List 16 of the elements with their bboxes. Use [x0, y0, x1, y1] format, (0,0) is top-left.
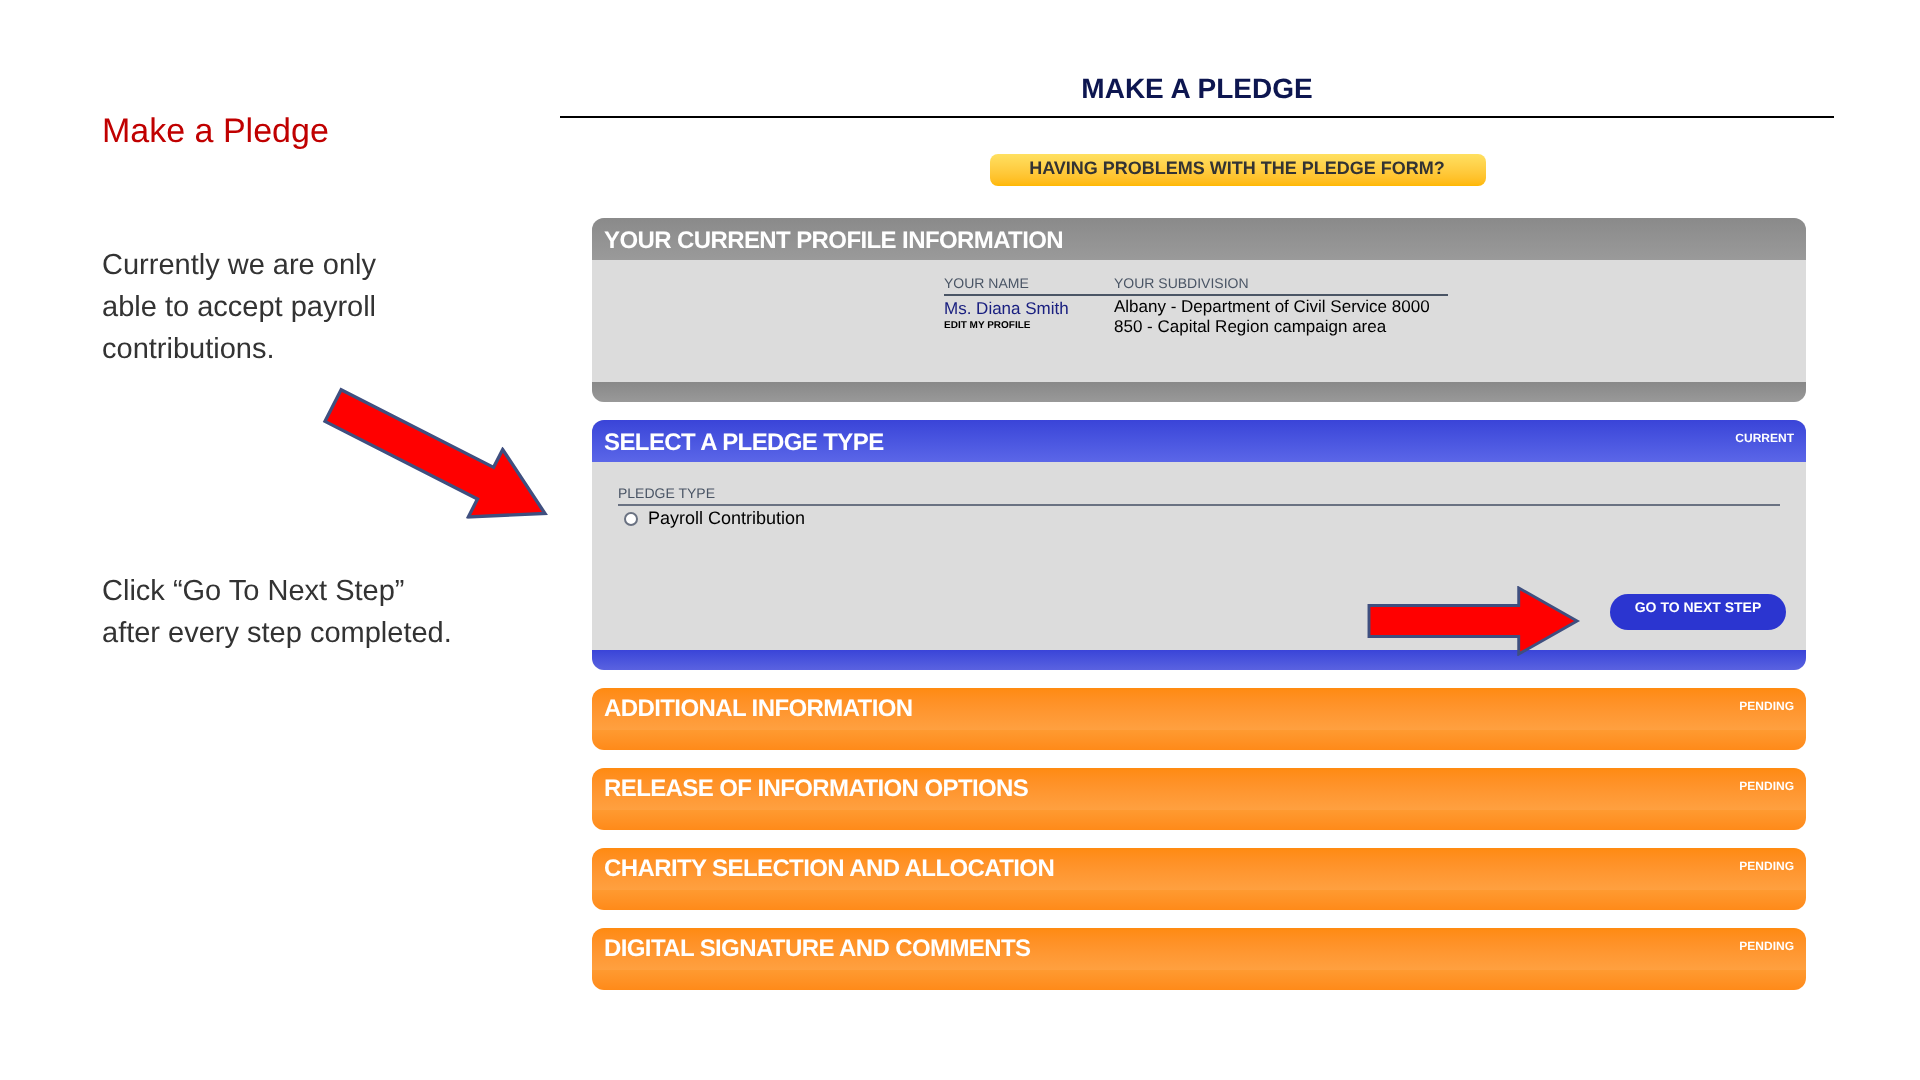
profile-title: YOUR CURRENT PROFILE INFORMATION	[604, 223, 1064, 257]
help-button[interactable]: HAVING PROBLEMS WITH THE PLEDGE FORM?	[989, 154, 1485, 186]
slide-paragraph: Currently we are only able to accept payroll contributions.	[102, 247, 379, 369]
slide-paragraph: Click “Go To Next Step” after every step completed.	[102, 573, 454, 653]
profile-name: Ms. Diana Smith	[944, 298, 1071, 320]
step-title: DIGITAL SIGNATURE AND COMMENTS	[604, 932, 1031, 966]
page-heading: MAKE A PLEDGE	[560, 68, 1834, 118]
step-title: RELEASE OF INFORMATION OPTIONS	[604, 772, 1029, 806]
step-title: CHARITY SELECTION AND ALLOCATION	[604, 852, 1055, 886]
step-title: ADDITIONAL INFORMATION	[604, 692, 913, 726]
radio-button[interactable]	[624, 512, 638, 527]
step-title: SELECT A PLEDGE TYPE	[604, 425, 884, 459]
subdivision-text: 850 - Capital Region campaign area	[1112, 316, 1389, 336]
option-label: Payroll Contribution	[648, 506, 806, 532]
subdivision-text: Albany - Department of Civil Service 8000	[1112, 296, 1432, 316]
slide-title: Make a Pledge	[102, 110, 331, 154]
